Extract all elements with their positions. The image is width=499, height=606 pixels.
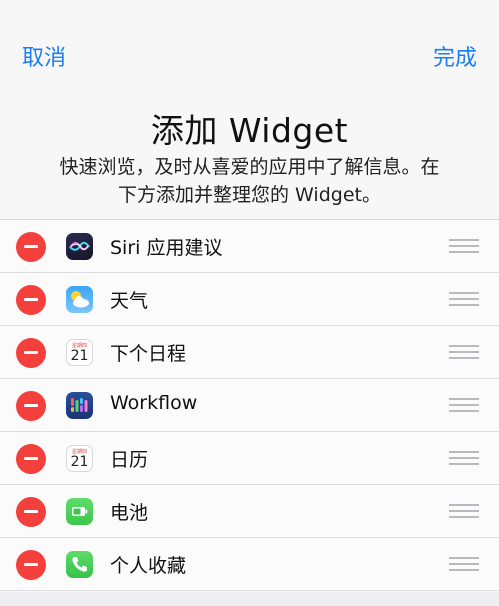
- widget-label: 日历: [110, 449, 149, 471]
- reorder-handle-icon[interactable]: [449, 239, 479, 253]
- workflow-icon: [66, 392, 93, 419]
- calendar-day: 21: [70, 454, 89, 470]
- cancel-button[interactable]: 取消: [22, 40, 66, 72]
- subtitle-line-1: 快速浏览，及时从喜爱的应用中了解信息。在: [59, 156, 440, 178]
- done-button[interactable]: 完成: [433, 40, 477, 72]
- widget-label: Siri 应用建议: [110, 237, 223, 259]
- remove-widget-button[interactable]: [16, 444, 46, 474]
- widget-row-calendar: 星期四 21 日历: [0, 432, 499, 485]
- reorder-handle-icon[interactable]: [449, 451, 479, 465]
- calendar-day: 21: [70, 348, 89, 364]
- navigation-bar: 取消 完成: [0, 0, 499, 100]
- page-title: 添加 Widget: [150, 111, 349, 150]
- siri-suggestions-icon: [66, 233, 93, 260]
- widget-label: Workflow: [110, 392, 198, 414]
- remove-widget-button[interactable]: [16, 285, 46, 315]
- reorder-handle-icon[interactable]: [449, 398, 479, 412]
- calendar-icon: 星期四 21: [66, 339, 93, 366]
- remove-widget-button[interactable]: [16, 338, 46, 368]
- bottom-divider: [0, 592, 499, 606]
- widget-label: 电池: [110, 502, 149, 524]
- widget-label: 个人收藏: [110, 555, 187, 577]
- widget-row-up-next: 星期四 21 下个日程: [0, 326, 499, 379]
- battery-icon: [66, 498, 93, 525]
- reorder-handle-icon[interactable]: [449, 292, 479, 306]
- calendar-icon: 星期四 21: [66, 445, 93, 472]
- widget-row-favorites: 个人收藏: [0, 538, 499, 591]
- widget-label: 天气: [110, 290, 149, 312]
- reorder-handle-icon[interactable]: [449, 557, 479, 571]
- weather-icon: [66, 286, 93, 313]
- remove-widget-button[interactable]: [16, 497, 46, 527]
- widget-row-weather: 天气: [0, 273, 499, 326]
- widget-list: Siri 应用建议 天气 星期四 21 下个日程 Workflow 星期四 21…: [0, 219, 499, 591]
- phone-icon: [66, 551, 93, 578]
- page-subtitle: 快速浏览，及时从喜爱的应用中了解信息。在 下方添加并整理您的 Widget。: [30, 153, 469, 209]
- remove-widget-button[interactable]: [16, 550, 46, 580]
- remove-widget-button[interactable]: [16, 391, 46, 421]
- widget-row-battery: 电池: [0, 485, 499, 538]
- widget-label: 下个日程: [110, 343, 187, 365]
- subtitle-line-2: 下方添加并整理您的 Widget。: [118, 184, 381, 206]
- remove-widget-button[interactable]: [16, 232, 46, 262]
- widget-row-workflow: Workflow: [0, 379, 499, 432]
- reorder-handle-icon[interactable]: [449, 504, 479, 518]
- widget-row-siri: Siri 应用建议: [0, 220, 499, 273]
- reorder-handle-icon[interactable]: [449, 345, 479, 359]
